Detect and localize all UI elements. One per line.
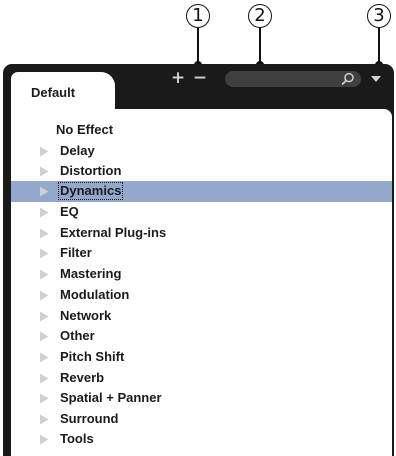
callout-1: 1 [185, 4, 213, 69]
tree-item-delay[interactable]: Delay [11, 141, 392, 162]
tree-item-tools[interactable]: Tools [11, 429, 392, 450]
expand-arrow-icon[interactable] [39, 352, 49, 363]
tree-item-label: Modulation [60, 287, 130, 302]
tree-item-spatial-panner[interactable]: Spatial + Panner [11, 388, 392, 409]
tree-item-other[interactable]: Other [11, 326, 392, 347]
tree-item-label: Spatial + Panner [60, 390, 162, 405]
tree-item-label: Filter [60, 245, 92, 260]
tree-item-label: Surround [60, 411, 119, 426]
tree-item-label: EQ [60, 204, 79, 219]
effect-browser-panel: Default + − No Effect Delay Distortion D… [3, 64, 394, 456]
expand-arrow-icon[interactable] [39, 414, 49, 425]
expand-arrow-icon[interactable] [39, 393, 49, 404]
tree-item-external-plug-ins[interactable]: External Plug-ins [11, 223, 392, 244]
remove-tab-button[interactable]: − [192, 69, 208, 87]
tree-item-label: No Effect [56, 122, 114, 137]
callout-number-3: 3 [367, 4, 391, 28]
tree-item-label: Reverb [60, 370, 105, 385]
search-icon[interactable] [341, 72, 355, 86]
tree-item-label: Delay [60, 143, 95, 158]
tree-item-no-effect[interactable]: No Effect [11, 120, 392, 141]
expand-arrow-icon[interactable] [39, 269, 49, 280]
tree-item-distortion[interactable]: Distortion [11, 161, 392, 182]
tree-item-label: Mastering [60, 266, 122, 281]
tree-item-mastering[interactable]: Mastering [11, 264, 392, 285]
expand-arrow-icon[interactable] [39, 166, 49, 177]
tree-item-network[interactable]: Network [11, 306, 392, 327]
callout-2: 2 [247, 4, 275, 69]
tree-item-label: Distortion [60, 163, 122, 178]
expand-arrow-icon[interactable] [39, 290, 49, 301]
callout-number-2: 2 [248, 4, 272, 28]
tab-default[interactable]: Default [11, 72, 115, 110]
tab-default-label: Default [31, 85, 76, 100]
tree-item-label: Other [60, 328, 95, 343]
expand-arrow-icon[interactable] [39, 373, 49, 384]
callout-number-1: 1 [186, 4, 210, 28]
callout-leader-1 [194, 28, 202, 69]
callout-leader-3 [375, 28, 383, 69]
tree-item-dynamics[interactable]: Dynamics [11, 181, 392, 202]
options-dropdown-icon[interactable] [369, 74, 383, 84]
tree-item-label: Tools [60, 431, 94, 446]
expand-arrow-icon[interactable] [39, 207, 49, 218]
expand-arrow-icon[interactable] [39, 248, 49, 259]
expand-arrow-icon[interactable] [39, 434, 49, 445]
expand-arrow-icon[interactable] [39, 331, 49, 342]
tree-item-surround[interactable]: Surround [11, 409, 392, 430]
tree-item-eq[interactable]: EQ [11, 202, 392, 223]
expand-arrow-icon[interactable] [39, 186, 49, 197]
tree-item-label: External Plug-ins [60, 225, 167, 240]
tree-item-filter[interactable]: Filter [11, 243, 392, 264]
callout-3: 3 [366, 4, 394, 69]
expand-arrow-icon[interactable] [39, 311, 49, 322]
effect-tree: No Effect Delay Distortion Dynamics EQ E… [11, 109, 392, 456]
tree-item-label: Pitch Shift [60, 349, 125, 364]
add-tab-button[interactable]: + [170, 69, 186, 87]
tree-item-reverb[interactable]: Reverb [11, 368, 392, 389]
tree-item-label: Dynamics [57, 182, 124, 200]
tree-item-modulation[interactable]: Modulation [11, 285, 392, 306]
expand-arrow-icon[interactable] [39, 146, 49, 157]
expand-arrow-icon[interactable] [39, 228, 49, 239]
tree-item-label: Network [60, 308, 112, 323]
tree-item-pitch-shift[interactable]: Pitch Shift [11, 347, 392, 368]
callout-leader-2 [256, 28, 264, 69]
